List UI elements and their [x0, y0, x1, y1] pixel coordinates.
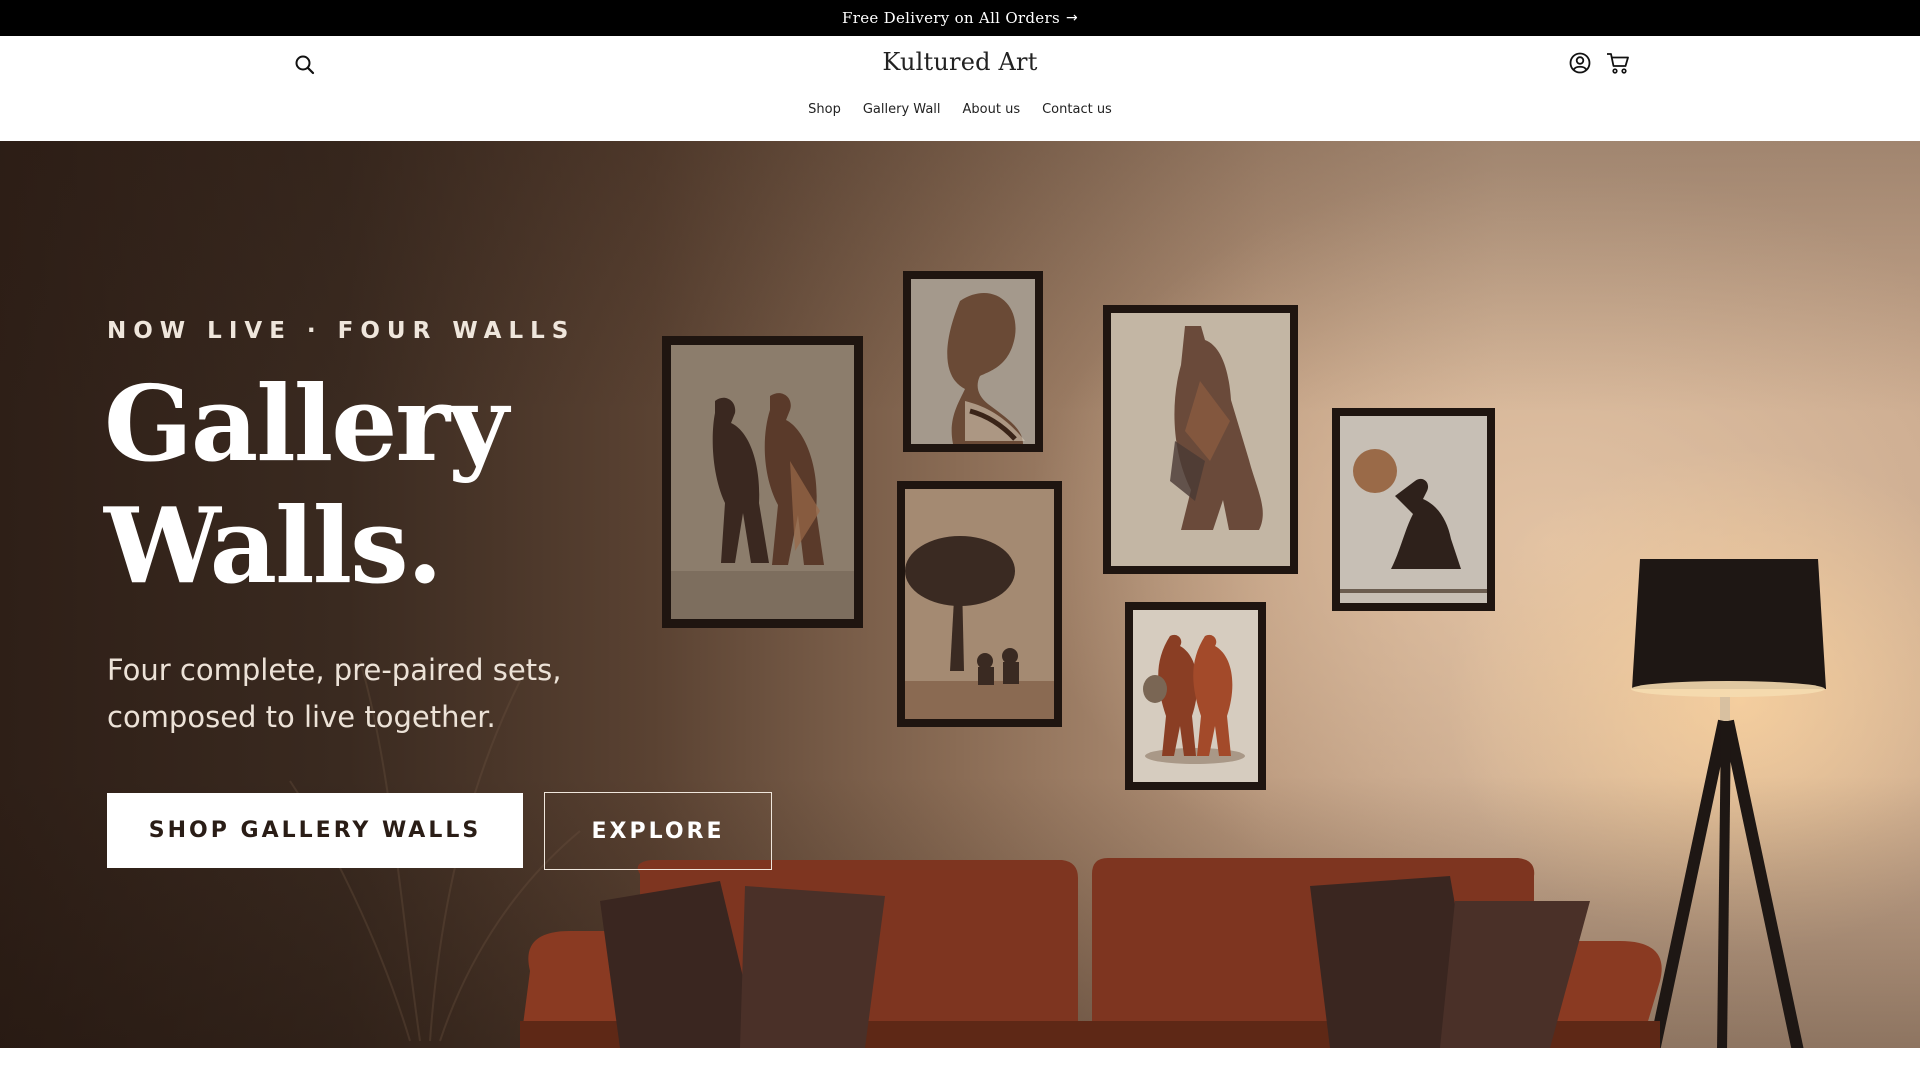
account-button[interactable] [1567, 50, 1593, 76]
announcement-link[interactable]: Free Delivery on All Orders → [842, 9, 1078, 27]
art-frame-drummers [1125, 602, 1266, 790]
site-logo-wrap: Kultured Art [0, 48, 1920, 76]
nav-item-gallery-wall[interactable]: Gallery Wall [863, 102, 941, 117]
art-frame-profile-woman [903, 271, 1043, 452]
hero-banner: NOW LIVE · FOUR WALLS Gallery Walls. Fou… [0, 141, 1920, 1048]
nav-item-shop[interactable]: Shop [808, 102, 841, 117]
announcement-bar: Free Delivery on All Orders → [0, 0, 1920, 36]
announcement-text: Free Delivery on All Orders [842, 9, 1060, 27]
cart-button[interactable] [1604, 49, 1632, 77]
account-icon [1569, 52, 1591, 74]
hero-title-line-2: Walls. [104, 484, 443, 607]
arrow-right-icon: → [1065, 10, 1078, 26]
explore-button[interactable]: EXPLORE [544, 792, 772, 870]
site-logo[interactable]: Kultured Art [882, 48, 1037, 76]
hero-subtitle: Four complete, pre-paired sets, composed… [107, 647, 667, 741]
hero-subtitle-line-2: composed to live together. [107, 700, 496, 734]
hero-title: Gallery Walls. [104, 363, 724, 607]
cart-icon [1607, 53, 1629, 74]
art-frame-tree [897, 481, 1062, 727]
art-frame-walking-figure [1103, 305, 1298, 574]
hero-eyebrow: NOW LIVE · FOUR WALLS [107, 318, 576, 344]
art-frame-dancer [1332, 408, 1495, 611]
main-nav: Shop Gallery Wall About us Contact us [0, 102, 1920, 117]
sofa [520, 858, 1662, 1048]
shop-gallery-walls-button[interactable]: SHOP GALLERY WALLS [107, 793, 523, 868]
hero-subtitle-line-1: Four complete, pre-paired sets, [107, 653, 562, 687]
site-header: Kultured Art Shop Gallery Wall About us … [0, 36, 1920, 141]
nav-item-about-us[interactable]: About us [963, 102, 1021, 117]
hero-title-line-1: Gallery [104, 362, 509, 485]
nav-item-contact-us[interactable]: Contact us [1042, 102, 1112, 117]
